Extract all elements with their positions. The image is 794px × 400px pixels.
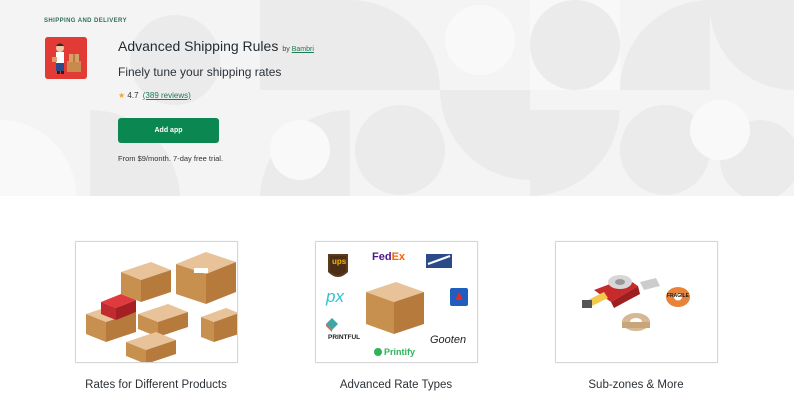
fedex-fed-text: Fed	[372, 251, 392, 263]
app-name: Advanced Shipping Rules	[118, 38, 279, 54]
star-icon: ★	[118, 91, 126, 100]
reviews-link[interactable]: (389 reviews)	[143, 91, 191, 100]
gooten-logo: Gooten	[430, 334, 467, 346]
developer-link[interactable]: Bambri	[292, 46, 314, 53]
rating-row: ★ 4.7 (389 reviews)	[118, 91, 191, 100]
fragile-tape-text: FRAGILE	[667, 293, 689, 299]
delivery-person-icon	[45, 37, 87, 79]
app-title: Advanced Shipping Rules by Bambri	[118, 38, 314, 54]
fedex-ex-text: Ex	[391, 251, 406, 263]
printify-logo: Printify	[384, 347, 416, 357]
px-logo: px	[326, 287, 344, 306]
feature-gallery: ups FedEx px PRINTFUL Printify Gooten FR…	[0, 196, 794, 400]
feature-image-products[interactable]	[75, 241, 238, 363]
feature-image-carriers[interactable]: ups FedEx px PRINTFUL Printify Gooten	[315, 241, 478, 363]
fedex-logo: FedEx	[372, 251, 405, 263]
feature-image-subzones[interactable]: FRAGILE	[555, 241, 718, 363]
by-label: by	[282, 46, 290, 53]
app-icon	[45, 37, 87, 79]
boxes-illustration	[76, 242, 237, 362]
app-hero: SHIPPING AND DELIVERY Advanced Shipping …	[0, 0, 794, 196]
add-app-button[interactable]: Add app	[118, 118, 219, 143]
app-tagline: Finely tune your shipping rates	[118, 65, 282, 79]
ups-logo: ups	[332, 257, 347, 266]
tape-illustration	[556, 242, 717, 362]
feature-caption-rate-types: Advanced Rate Types	[339, 379, 453, 391]
rating-value: 4.7	[127, 91, 139, 100]
feature-caption-products: Rates for Different Products	[85, 379, 227, 391]
printful-logo: PRINTFUL	[328, 334, 361, 341]
category-label: SHIPPING AND DELIVERY	[44, 18, 127, 24]
feature-caption-subzones: Sub-zones & More	[588, 379, 684, 391]
pricing-text: From $9/month. 7-day free trial.	[118, 154, 224, 163]
